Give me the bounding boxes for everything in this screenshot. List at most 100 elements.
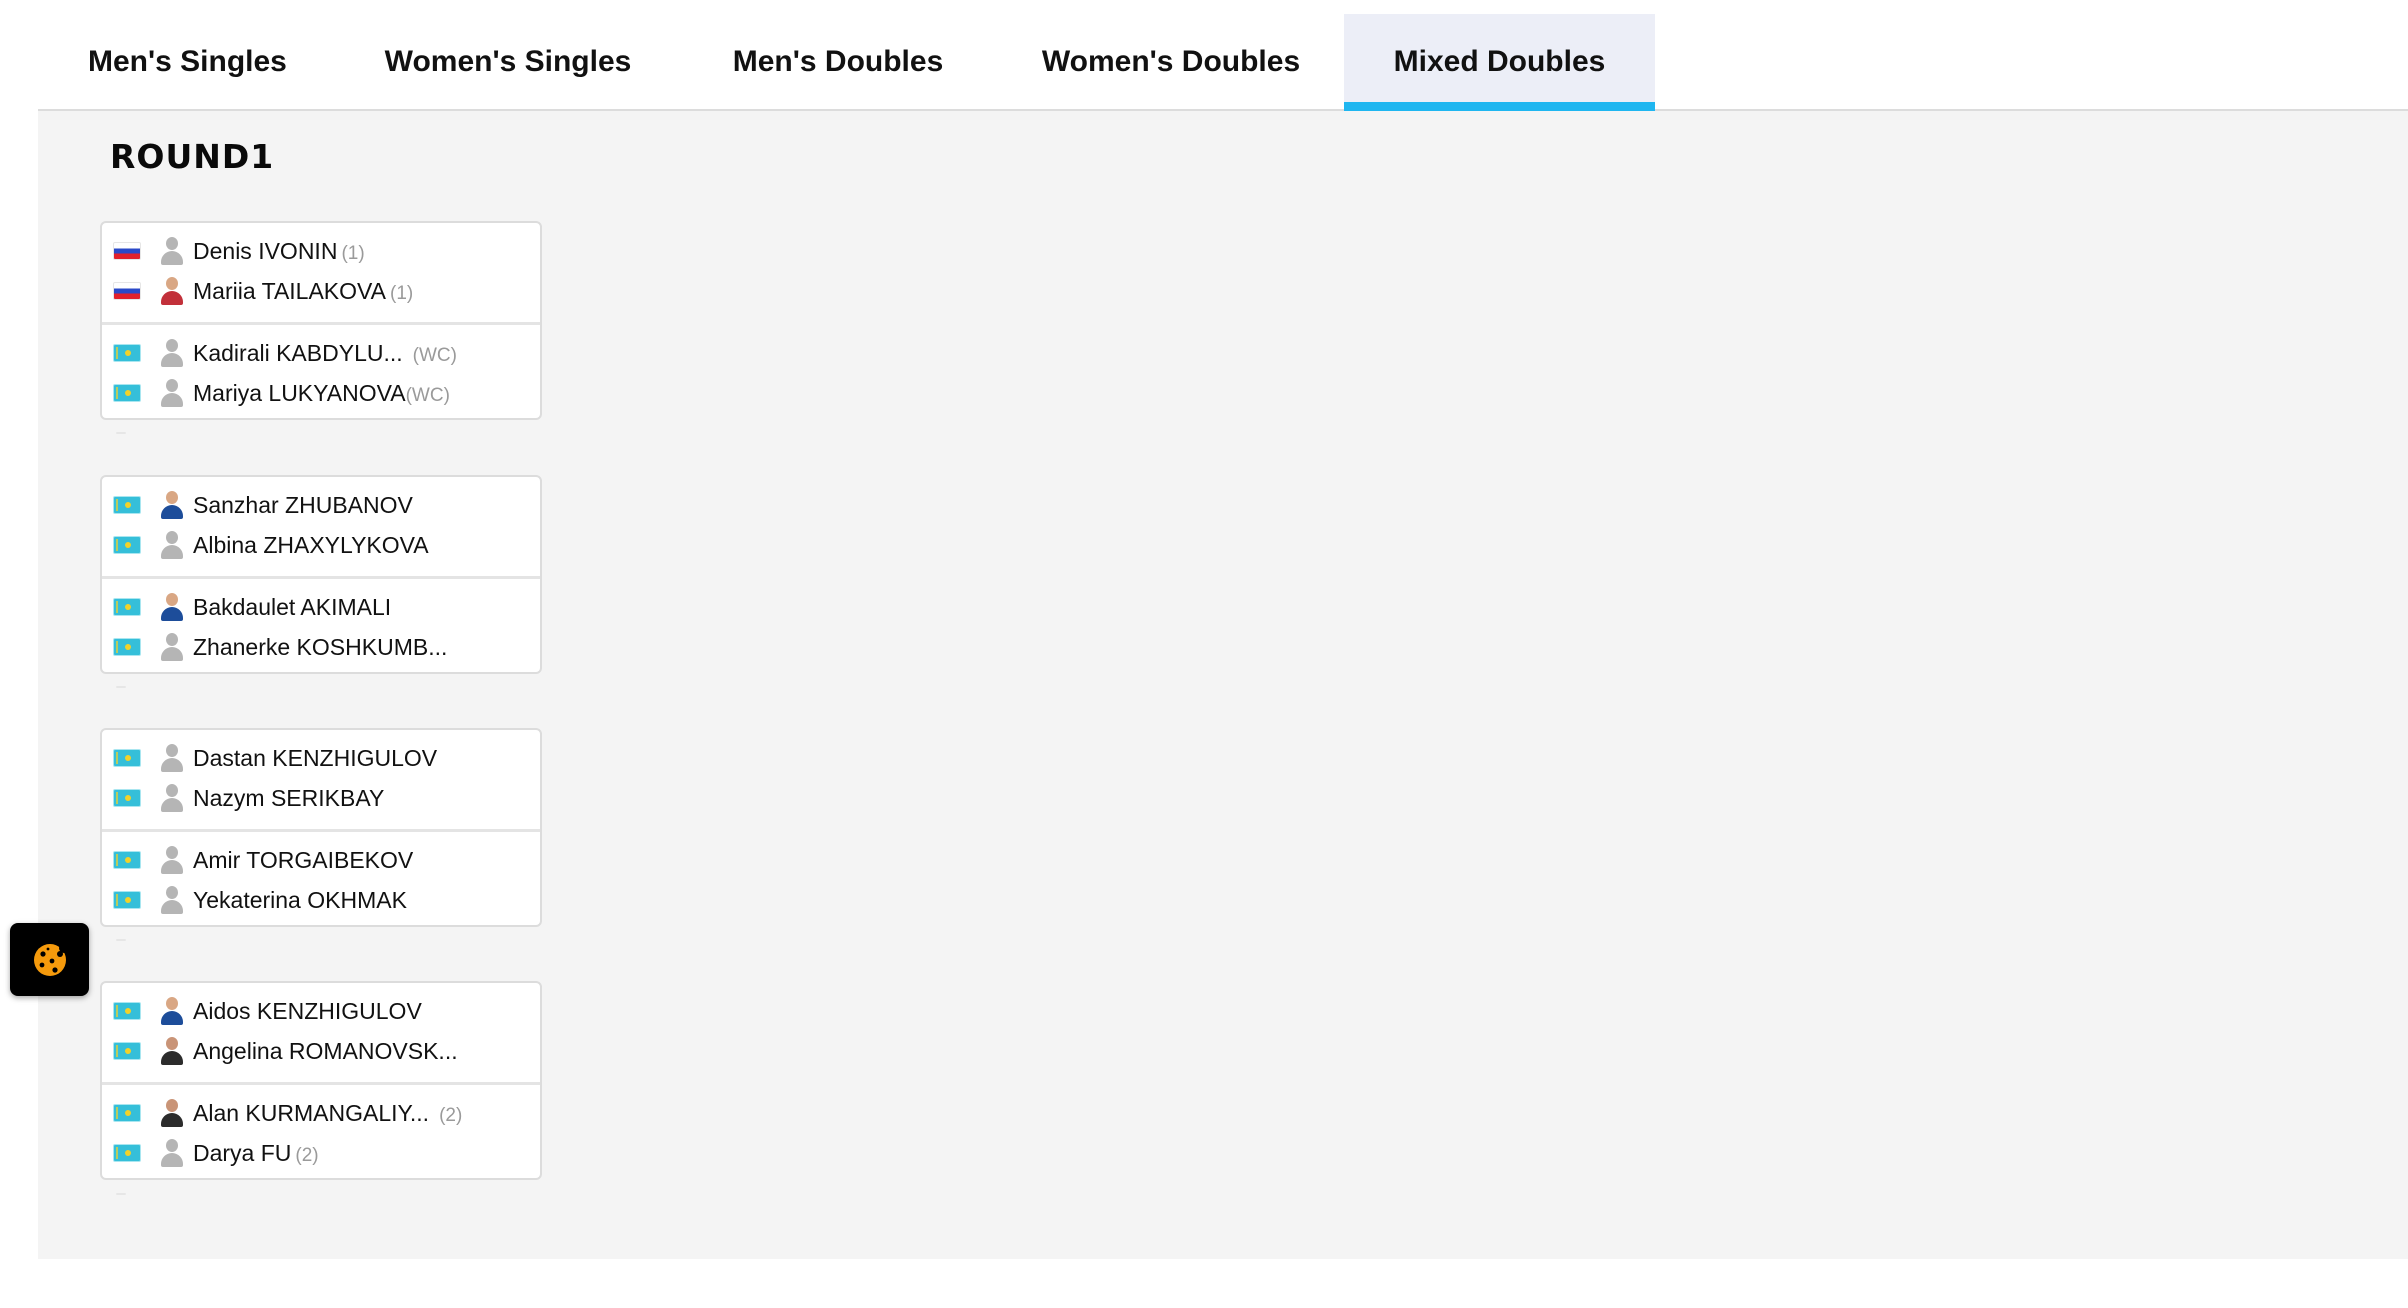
player-row: Bakdaulet AKIMALI (102, 587, 540, 627)
player-avatar (158, 742, 186, 774)
player-name: Sanzhar ZHUBANOV (193, 491, 413, 518)
player-seed: (1) (390, 282, 414, 304)
player-name: Kadirali KABDYLU... (193, 339, 403, 366)
player-name: Bakdaulet AKIMALI (193, 593, 392, 620)
tab-label: Men's Doubles (732, 44, 944, 78)
draw-category-tabs: Men's Singles Women's Singles Men's Doub… (38, 14, 2408, 111)
player-name-line: Zhanerke KOSHKUMB... (193, 634, 447, 661)
kazakhstan-flag-icon (113, 789, 141, 807)
player-name: Zhanerke KOSHKUMB... (193, 633, 448, 660)
draw-panel: ROUND1 Denis IVONIN (1) Mariia TAILAKOVA(… (38, 111, 2408, 1259)
player-name: Albina ZHAXYLYKOVA (193, 531, 429, 558)
player-name-line: Mariia TAILAKOVA (1) (193, 278, 413, 305)
player-seed: (2) (439, 1104, 463, 1126)
player-avatar (158, 337, 186, 369)
russia-flag-icon (113, 242, 141, 260)
player-name: Nazym SERIKBAY (193, 784, 385, 811)
match-card[interactable]: Aidos KENZHIGULOV Angelina ROMANOVSK... … (100, 981, 542, 1180)
player-name-line: Mariya LUKYANOVA(WC) (193, 380, 450, 407)
player-avatar (158, 631, 186, 663)
player-name: Mariia TAILAKOVA (193, 277, 387, 304)
player-name-line: Kadirali KABDYLU... (WC) (193, 340, 457, 367)
player-avatar (158, 275, 186, 307)
player-row: Yekaterina OKHMAK (102, 880, 540, 920)
kazakhstan-flag-icon (113, 344, 141, 362)
match-card[interactable]: Denis IVONIN (1) Mariia TAILAKOVA (1) Kadi… (100, 221, 542, 420)
player-row: Kadirali KABDYLU... (WC) (102, 333, 540, 373)
team: Kadirali KABDYLU... (WC) Mariya LUKYANOVA… (102, 322, 540, 418)
player-row: Zhanerke KOSHKUMB... (102, 627, 540, 667)
team: Denis IVONIN (1) Mariia TAILAKOVA (1) (102, 223, 540, 322)
player-row: Angelina ROMANOVSK... (102, 1031, 540, 1071)
player-name: Mariya LUKYANOVA (193, 379, 406, 406)
player-name: Alan KURMANGALIY... (193, 1099, 430, 1126)
team: Amir TORGAIBEKOV Yekaterina OKHMAK (102, 829, 540, 925)
player-name: Amir TORGAIBEKOV (193, 846, 414, 873)
player-name: Angelina ROMANOVSK... (193, 1037, 458, 1064)
player-name-line: Albina ZHAXYLYKOVA (193, 532, 429, 559)
player-row: Sanzhar ZHUBANOV (102, 485, 540, 525)
kazakhstan-flag-icon (113, 1104, 141, 1122)
tab-mens-doubles[interactable]: Men's Doubles (678, 14, 998, 109)
player-name-line: Denis IVONIN (1) (193, 238, 365, 265)
player-avatar (158, 489, 186, 521)
player-name-line: Dastan KENZHIGULOV (193, 745, 437, 772)
connector-mark (116, 432, 126, 434)
player-avatar (158, 1137, 186, 1169)
player-row: Darya FU (2) (102, 1133, 540, 1173)
tab-mens-singles[interactable]: Men's Singles (38, 14, 338, 109)
kazakhstan-flag-icon (113, 1002, 141, 1020)
player-seed: (WC) (412, 344, 457, 366)
player-seed: (2) (295, 1144, 319, 1166)
player-avatar (158, 377, 186, 409)
player-name: Denis IVONIN (193, 237, 338, 264)
player-name: Aidos KENZHIGULOV (193, 997, 422, 1024)
kazakhstan-flag-icon (113, 749, 141, 767)
player-avatar (158, 529, 186, 561)
player-avatar (158, 1035, 186, 1067)
player-seed: (1) (341, 242, 365, 264)
kazakhstan-flag-icon (113, 536, 141, 554)
player-name-line: Amir TORGAIBEKOV (193, 847, 413, 874)
player-row: Albina ZHAXYLYKOVA (102, 525, 540, 565)
kazakhstan-flag-icon (113, 638, 141, 656)
match-card[interactable]: Dastan KENZHIGULOV Nazym SERIKBAY Amir T… (100, 728, 542, 927)
team: Dastan KENZHIGULOV Nazym SERIKBAY (102, 730, 540, 829)
tab-label: Men's Singles (88, 44, 287, 78)
team: Aidos KENZHIGULOV Angelina ROMANOVSK... (102, 983, 540, 1082)
player-name-line: Alan KURMANGALIY... (2) (193, 1100, 462, 1127)
player-row: Aidos KENZHIGULOV (102, 991, 540, 1031)
player-avatar (158, 591, 186, 623)
round-title: ROUND1 (110, 137, 275, 176)
tab-mixed-doubles[interactable]: Mixed Doubles (1344, 14, 1655, 111)
kazakhstan-flag-icon (113, 891, 141, 909)
tab-label: Women's Singles (384, 44, 632, 78)
connector-mark (116, 1193, 126, 1195)
player-name-line: Aidos KENZHIGULOV (193, 998, 422, 1025)
player-name: Darya FU (193, 1139, 292, 1166)
kazakhstan-flag-icon (113, 1144, 141, 1162)
cookie-icon (33, 942, 69, 976)
match-card[interactable]: Sanzhar ZHUBANOV Albina ZHAXYLYKOVA Bakd… (100, 475, 542, 674)
player-name: Dastan KENZHIGULOV (193, 744, 438, 771)
player-name-line: Sanzhar ZHUBANOV (193, 492, 413, 519)
player-name-line: Darya FU (2) (193, 1140, 319, 1167)
connector-mark (116, 686, 126, 688)
team: Sanzhar ZHUBANOV Albina ZHAXYLYKOVA (102, 477, 540, 576)
russia-flag-icon (113, 282, 141, 300)
player-name-line: Yekaterina OKHMAK (193, 887, 407, 914)
kazakhstan-flag-icon (113, 598, 141, 616)
tab-womens-singles[interactable]: Women's Singles (338, 14, 678, 109)
player-avatar (158, 235, 186, 267)
player-avatar (158, 782, 186, 814)
player-row: Mariya LUKYANOVA(WC) (102, 373, 540, 413)
cookie-settings-button[interactable] (10, 923, 89, 996)
kazakhstan-flag-icon (113, 496, 141, 514)
kazakhstan-flag-icon (113, 384, 141, 402)
team: Bakdaulet AKIMALI Zhanerke KOSHKUMB... (102, 576, 540, 672)
player-name-line: Angelina ROMANOVSK... (193, 1038, 458, 1065)
tab-womens-doubles[interactable]: Women's Doubles (998, 14, 1344, 109)
connector-mark (116, 939, 126, 941)
player-avatar (158, 884, 186, 916)
team: Alan KURMANGALIY... (2) Darya FU (2) (102, 1082, 540, 1178)
